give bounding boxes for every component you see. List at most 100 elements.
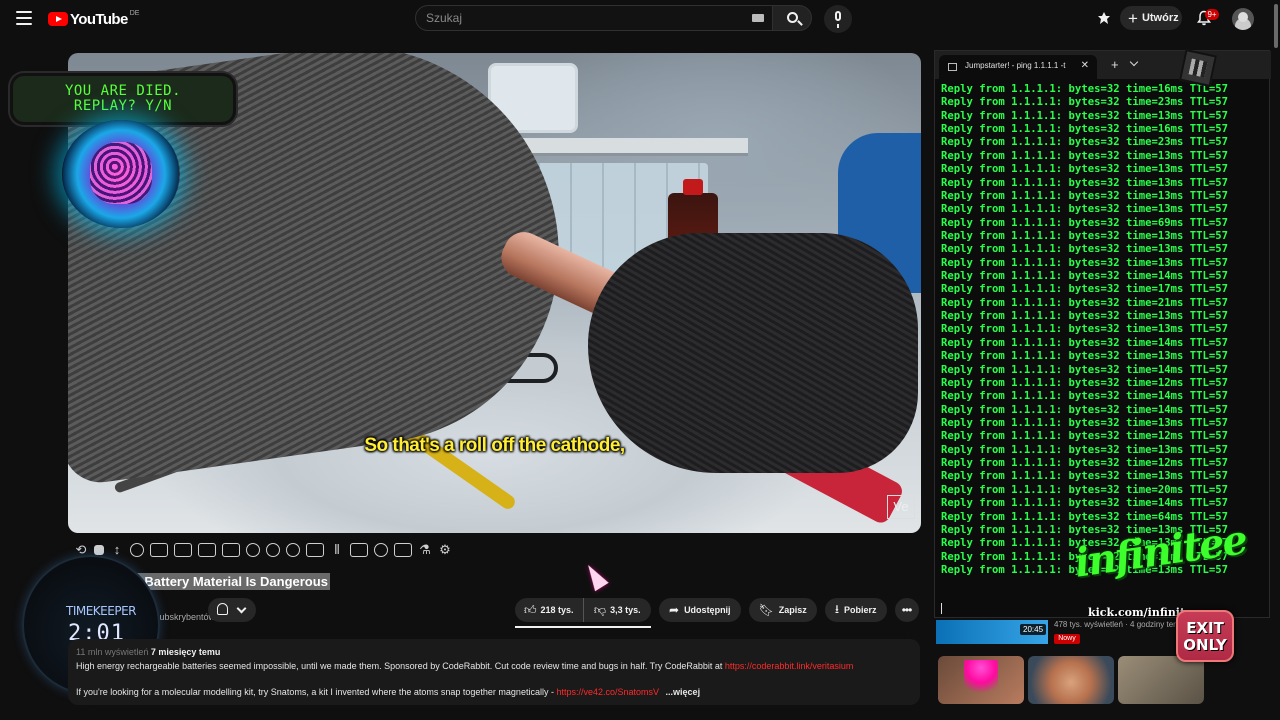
region-label: DE xyxy=(129,9,140,17)
stop-icon[interactable] xyxy=(94,545,104,555)
mouse-cursor-icon xyxy=(581,560,609,592)
recommended-duration-1: 20:45 xyxy=(1020,624,1047,635)
subscription-notifications-button[interactable] xyxy=(208,598,256,622)
speed-down-icon[interactable] xyxy=(286,543,300,557)
brain-logo-icon xyxy=(62,120,180,228)
speed-icon[interactable] xyxy=(246,543,260,557)
description-meta: 11 mln wyświetleń 7 miesięcy temu xyxy=(76,647,220,657)
chevron-down-icon[interactable] xyxy=(1129,57,1139,67)
menu-icon[interactable] xyxy=(16,11,32,25)
video-player[interactable]: So that's a roll off the cathode, Ve xyxy=(68,53,921,533)
terminal-output: Reply from 1.1.1.1: bytes=32 time=16ms T… xyxy=(941,83,1269,577)
description-line-1: High energy rechargeable batteries seeme… xyxy=(76,661,853,671)
terminal-line: Reply from 1.1.1.1: bytes=32 time=13ms T… xyxy=(941,256,1229,269)
snatoms-link[interactable]: https://ve42.co/SnatomsV xyxy=(556,687,659,697)
share-icon: ➦ xyxy=(669,603,680,617)
terminal-line: Reply from 1.1.1.1: bytes=32 time=13ms T… xyxy=(941,350,1229,363)
terminal-line: Reply from 1.1.1.1: bytes=32 time=12ms T… xyxy=(941,430,1229,443)
thumbs-up-icon: 👍︎ xyxy=(523,602,537,617)
microphone-icon xyxy=(835,11,841,28)
create-button[interactable]: + Utwórz xyxy=(1120,6,1182,30)
like-dislike-bar: 👍︎ 218 tys. 👎︎ 3,3 tys. xyxy=(515,598,652,628)
cinema-icon[interactable] xyxy=(174,543,192,557)
recommended-thumbnail-3[interactable] xyxy=(1028,656,1114,704)
audio-icon[interactable] xyxy=(130,543,144,557)
settings-gear-icon[interactable]: ⚙ xyxy=(438,543,452,557)
layout-icon[interactable] xyxy=(350,543,368,557)
exit-line-2: ONLY xyxy=(1183,636,1227,654)
flask-icon[interactable]: ⚗ xyxy=(418,543,432,557)
camera-icon[interactable] xyxy=(374,543,388,557)
scrollbar-thumb[interactable] xyxy=(1274,4,1278,48)
video-actions: 👍︎ 218 tys. 👎︎ 3,3 tys. ➦ Udostępnij 🔖︎ … xyxy=(515,598,919,628)
miniplayer-icon[interactable] xyxy=(198,543,216,557)
terminal-line: Reply from 1.1.1.1: bytes=32 time=14ms T… xyxy=(941,270,1229,283)
plus-icon: + xyxy=(1128,8,1138,28)
terminal-line: Reply from 1.1.1.1: bytes=32 time=13ms T… xyxy=(941,109,1229,122)
fit-icon[interactable] xyxy=(222,543,240,557)
page-scrollbar[interactable] xyxy=(1272,0,1280,720)
terminal-line: Reply from 1.1.1.1: bytes=32 time=69ms T… xyxy=(941,216,1229,229)
thumbs-down-icon: 👎︎ xyxy=(593,602,607,617)
keyboard-shortcuts-icon[interactable] xyxy=(394,543,412,557)
sort-icon[interactable]: ↕ xyxy=(110,543,124,557)
you-died-overlay: YOU ARE DIED. REPLAY? Y/N xyxy=(10,73,236,125)
terminal-line: Reply from 1.1.1.1: bytes=32 time=12ms T… xyxy=(941,376,1229,389)
recommended-thumbnail-4[interactable] xyxy=(1118,656,1204,704)
logo-text: YouTube xyxy=(70,10,128,28)
terminal-tab-bar: Jumpstarter! - ping 1.1.1.1 -t ✕ + xyxy=(935,51,1271,79)
channel-watermark[interactable]: Ve xyxy=(887,495,915,519)
terminal-line: Reply from 1.1.1.1: bytes=32 time=23ms T… xyxy=(941,136,1229,149)
view-count: 11 mln wyświetleń xyxy=(76,647,149,657)
cast-icon[interactable] xyxy=(1096,10,1112,26)
keyboard-icon[interactable] xyxy=(752,14,764,22)
terminal-tab[interactable]: Jumpstarter! - ping 1.1.1.1 -t ✕ xyxy=(939,55,1097,79)
screenshot-icon[interactable] xyxy=(150,543,168,557)
terminal-line: Reply from 1.1.1.1: bytes=32 time=16ms T… xyxy=(941,123,1229,136)
save-label: Zapisz xyxy=(778,605,807,615)
like-count: 218 tys. xyxy=(540,605,574,615)
voice-search-button[interactable] xyxy=(824,5,852,33)
dislike-button[interactable]: 👎︎ 3,3 tys. xyxy=(584,598,652,622)
description-box[interactable]: 11 mln wyświetleń 7 miesięcy temu High e… xyxy=(68,639,920,705)
close-icon[interactable]: ✕ xyxy=(1081,60,1089,71)
terminal-line: Reply from 1.1.1.1: bytes=32 time=12ms T… xyxy=(941,457,1229,470)
split-icon[interactable]: ⫴ xyxy=(330,543,344,557)
description-text-2: If you're looking for a molecular modell… xyxy=(76,687,554,697)
terminal-line: Reply from 1.1.1.1: bytes=32 time=13ms T… xyxy=(941,189,1229,202)
new-tab-icon[interactable]: + xyxy=(1111,57,1119,72)
infinitee-overlay: infinitee kick.com/infinitee xyxy=(1072,516,1249,622)
add-icon[interactable] xyxy=(306,543,324,557)
more-actions-icon[interactable]: ••• xyxy=(894,598,919,622)
died-line-2: REPLAY? Y/N xyxy=(73,98,173,114)
search-button[interactable] xyxy=(772,5,812,31)
terminal-line: Reply from 1.1.1.1: bytes=32 time=13ms T… xyxy=(941,203,1229,216)
like-ratio-bar xyxy=(515,626,651,628)
top-bar: YouTube DE + Utwórz 9+ xyxy=(0,0,1280,38)
download-button[interactable]: ⭳ Pobierz xyxy=(824,598,887,622)
terminal-line: Reply from 1.1.1.1: bytes=32 time=17ms T… xyxy=(941,283,1229,296)
terminal-line: Reply from 1.1.1.1: bytes=32 time=13ms T… xyxy=(941,243,1229,256)
terminal-line: Reply from 1.1.1.1: bytes=32 time=14ms T… xyxy=(941,497,1229,510)
like-button[interactable]: 👍︎ 218 tys. xyxy=(515,598,584,622)
search-input[interactable] xyxy=(426,6,726,30)
bell-icon xyxy=(217,603,228,615)
speedometer-icon[interactable] xyxy=(266,543,280,557)
terminal-line: Reply from 1.1.1.1: bytes=32 time=20ms T… xyxy=(941,483,1229,496)
cube-logo-icon xyxy=(1179,49,1217,87)
sponsor-link[interactable]: https://coderabbit.link/veritasium xyxy=(725,661,854,671)
terminal-tab-title: Jumpstarter! - ping 1.1.1.1 -t xyxy=(965,61,1066,70)
recommended-meta-1: 478 tys. wyświetleń · 4 godziny temu xyxy=(1054,620,1185,629)
timekeeper-label: TIMEKEEPER xyxy=(66,604,137,618)
exit-only-overlay: EXIT ONLY xyxy=(1176,610,1234,662)
share-button[interactable]: ➦ Udostępnij xyxy=(659,598,741,622)
dislike-count: 3,3 tys. xyxy=(610,605,641,615)
recommended-thumbnail-2[interactable] xyxy=(938,656,1024,704)
youtube-logo[interactable]: YouTube DE xyxy=(48,10,139,28)
show-more-link[interactable]: ...więcej xyxy=(666,687,701,697)
player-extension-toolbar: ⟲ ↕ ⫴ ⚗ ⚙ xyxy=(74,541,452,559)
save-button[interactable]: 🔖︎ Zapisz xyxy=(748,598,817,622)
account-avatar[interactable] xyxy=(1232,8,1254,30)
bookmark-icon: 🔖︎ xyxy=(758,603,774,617)
terminal-line: Reply from 1.1.1.1: bytes=32 time=23ms T… xyxy=(941,96,1229,109)
